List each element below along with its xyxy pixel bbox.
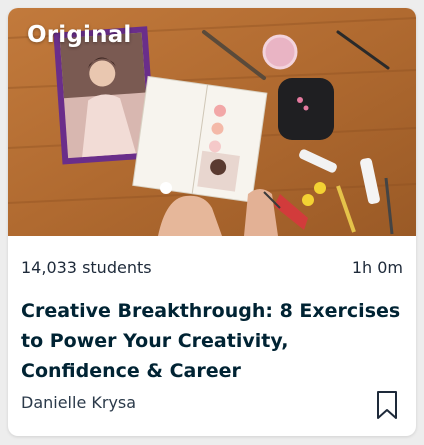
class-thumbnail[interactable]: Original [8,8,416,236]
class-card[interactable]: Original 14,033 students 1h 0m Creative … [8,8,416,436]
save-class-button[interactable] [375,390,399,420]
class-duration: 1h 0m [351,257,403,277]
class-title[interactable]: Creative Breakthrough: 8 Exercises to Po… [21,296,411,386]
student-count: 14,033 students [21,257,152,277]
class-meta: 14,033 students 1h 0m [21,256,403,278]
teacher-name[interactable]: Danielle Krysa [21,393,136,412]
original-badge: Original [27,22,132,48]
bookmark-icon [377,391,397,419]
